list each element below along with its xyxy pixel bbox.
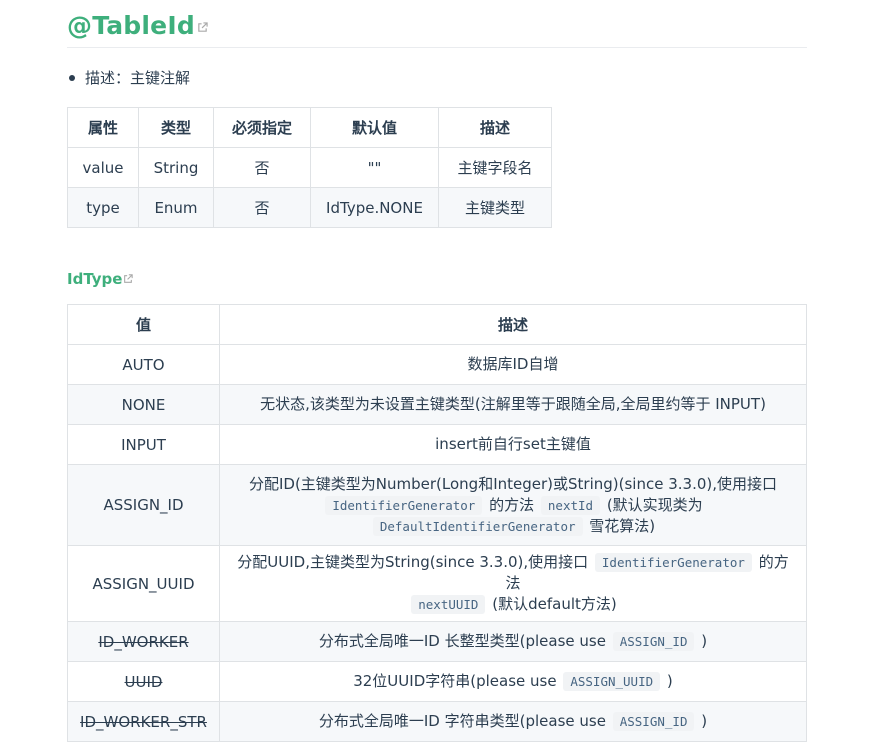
header-desc: 描述 xyxy=(219,304,807,345)
code-inline: ASSIGN_ID xyxy=(612,712,695,731)
cell-value: NONE xyxy=(67,384,220,425)
table-row: type Enum 否 IdType.NONE 主键类型 xyxy=(67,187,552,228)
cell-default: "" xyxy=(310,147,439,188)
table-row: UUID 32位UUID字符串(please use ASSIGN_UUID ) xyxy=(67,661,807,702)
table-header-row: 值 描述 xyxy=(67,304,807,345)
cell-required: 否 xyxy=(213,187,311,228)
cell-desc: 分布式全局唯一ID 字符串类型(please use ASSIGN_ID ) xyxy=(219,701,807,742)
cell-attr: type xyxy=(67,187,139,228)
description-text: 描述：主键注解 xyxy=(85,69,191,87)
desc-text: ) xyxy=(701,632,708,650)
table-row: value String 否 "" 主键字段名 xyxy=(67,147,552,188)
header-required: 必须指定 xyxy=(213,107,311,148)
cell-desc: insert前自行set主键值 xyxy=(219,424,807,465)
external-link-icon[interactable] xyxy=(123,268,134,290)
header-type: 类型 xyxy=(138,107,214,148)
table-row: NONE 无状态,该类型为未设置主键类型(注解里等于跟随全局,全局里约等于 IN… xyxy=(67,384,807,425)
code-inline: ASSIGN_UUID xyxy=(563,672,661,691)
page-title[interactable]: @TableId xyxy=(67,8,195,44)
cell-desc: 无状态,该类型为未设置主键类型(注解里等于跟随全局,全局里约等于 INPUT) xyxy=(219,384,807,425)
desc-text: 分布式全局唯一ID 长整型类型(please use xyxy=(318,632,606,650)
code-inline: IdentifierGenerator xyxy=(325,495,483,515)
cell-value: ASSIGN_ID xyxy=(67,464,220,546)
cell-desc: 数据库ID自增 xyxy=(219,344,807,385)
cell-desc: 主键字段名 xyxy=(438,147,552,188)
code-inline: nextId xyxy=(540,495,601,515)
table-row: ID_WORKER 分布式全局唯一ID 长整型类型(please use ASS… xyxy=(67,621,807,662)
header-default: 默认值 xyxy=(310,107,439,148)
cell-value-deprecated: UUID xyxy=(67,661,220,702)
cell-desc: 32位UUID字符串(please use ASSIGN_UUID ) xyxy=(219,661,807,702)
attribute-table: 属性 类型 必须指定 默认值 描述 value String 否 "" 主键字段… xyxy=(67,107,552,228)
header-desc: 描述 xyxy=(438,107,552,148)
desc-text: 分布式全局唯一ID 字符串类型(please use xyxy=(318,712,606,730)
cell-value: INPUT xyxy=(67,424,220,465)
code-inline: IdentifierGenerator xyxy=(594,553,752,572)
cell-value: AUTO xyxy=(67,344,220,385)
idtype-heading: IdType xyxy=(67,268,134,291)
description-bullet: 描述：主键注解 xyxy=(67,66,190,90)
header-value: 值 xyxy=(67,304,220,345)
table-header-row: 属性 类型 必须指定 默认值 描述 xyxy=(67,107,552,148)
table-row: ASSIGN_UUID 分配UUID,主键类型为String(since 3.3… xyxy=(67,545,807,622)
desc-text: 32位UUID字符串(please use xyxy=(353,672,557,690)
desc-text: 雪花算法) xyxy=(589,516,656,535)
cell-value-deprecated: ID_WORKER_STR xyxy=(67,701,220,742)
cell-type: String xyxy=(138,147,214,188)
idtype-title[interactable]: IdType xyxy=(67,270,122,288)
cell-attr: value xyxy=(67,147,139,188)
page-heading: @TableId xyxy=(67,8,807,48)
table-row: ASSIGN_ID 分配ID(主键类型为Number(Long和Integer)… xyxy=(67,464,807,546)
external-link-icon[interactable] xyxy=(197,18,208,37)
cell-default: IdType.NONE xyxy=(310,187,439,228)
bullet-dot xyxy=(69,74,75,81)
header-attr: 属性 xyxy=(67,107,139,148)
desc-text: 分配UUID,主键类型为String(since 3.3.0),使用接口 xyxy=(237,553,589,571)
table-row: AUTO 数据库ID自增 xyxy=(67,344,807,385)
code-inline: DefaultIdentifierGenerator xyxy=(372,516,583,536)
table-row: ID_WORKER_STR 分布式全局唯一ID 字符串类型(please use… xyxy=(67,701,807,742)
cell-value-deprecated: ID_WORKER xyxy=(67,621,220,662)
desc-text: (默认default方法) xyxy=(492,595,617,613)
desc-text: 分配ID(主键类型为Number(Long和Integer)或String)(s… xyxy=(248,474,778,493)
code-inline: nextUUID xyxy=(411,595,486,614)
code-inline: ASSIGN_ID xyxy=(612,632,695,651)
desc-text: 的方法 xyxy=(489,495,535,514)
cell-type: Enum xyxy=(138,187,214,228)
desc-text: ) xyxy=(701,712,708,730)
desc-text: (默认实现类为 xyxy=(606,495,703,514)
desc-text: ) xyxy=(666,672,673,690)
cell-value: ASSIGN_UUID xyxy=(67,545,220,622)
cell-desc: 分配UUID,主键类型为String(since 3.3.0),使用接口 Ide… xyxy=(219,545,807,622)
cell-desc: 主键类型 xyxy=(438,187,552,228)
cell-desc: 分布式全局唯一ID 长整型类型(please use ASSIGN_ID ) xyxy=(219,621,807,662)
table-row: INPUT insert前自行set主键值 xyxy=(67,424,807,465)
cell-desc: 分配ID(主键类型为Number(Long和Integer)或String)(s… xyxy=(219,464,807,546)
cell-required: 否 xyxy=(213,147,311,188)
idtype-table: 值 描述 AUTO 数据库ID自增 NONE 无状态,该类型为未设置主键类型(注… xyxy=(67,304,807,742)
